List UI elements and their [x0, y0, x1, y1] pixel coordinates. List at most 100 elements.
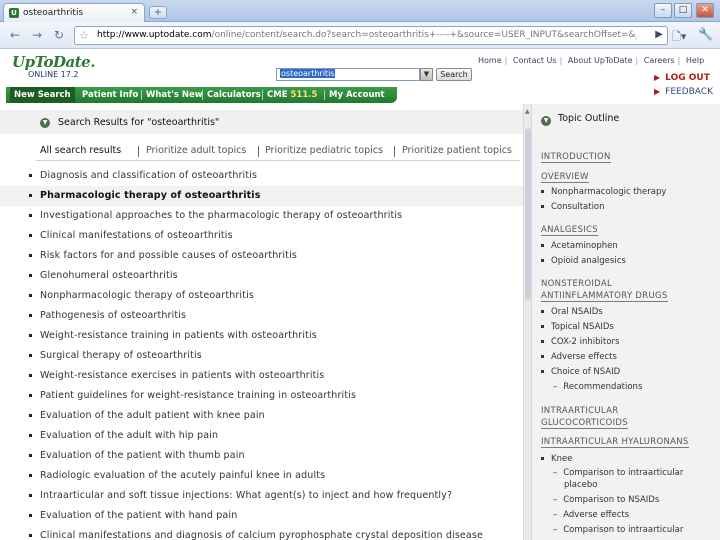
result-link[interactable]: Nonpharmacologic therapy of osteoarthrit…: [40, 290, 254, 301]
result-row[interactable]: Risk factors for and possible causes of …: [0, 246, 523, 266]
outline-item[interactable]: Oral NSAIDs: [541, 307, 603, 317]
result-link[interactable]: Clinical manifestations of osteoarthriti…: [40, 230, 233, 241]
outline-subitem[interactable]: – Recommendations: [553, 382, 642, 392]
result-link[interactable]: Risk factors for and possible causes of …: [40, 250, 297, 261]
nav-my-account[interactable]: My Account: [329, 90, 385, 100]
nav-patient-info[interactable]: Patient Info: [82, 90, 138, 100]
result-link[interactable]: Glenohumeral osteoarthritis: [40, 270, 178, 281]
browser-tab[interactable]: U osteoarthritis ×: [3, 3, 145, 22]
result-link[interactable]: Patient guidelines for weight-resistance…: [40, 390, 356, 401]
search-dropdown-icon[interactable]: ▼: [420, 68, 433, 81]
outline-glucocorticoid-heading[interactable]: INTRAARTICULAR: [541, 406, 618, 416]
result-row[interactable]: Patient guidelines for weight-resistance…: [0, 386, 523, 406]
logout-link[interactable]: ▶ LOG OUT: [654, 73, 710, 83]
result-link[interactable]: Weight-resistance training in patients w…: [40, 330, 317, 341]
outline-item[interactable]: Opioid analgesics: [541, 256, 626, 266]
new-tab-button[interactable]: +: [149, 6, 167, 19]
outline-item[interactable]: Consultation: [541, 202, 605, 212]
outline-item[interactable]: Adverse effects: [541, 352, 617, 362]
maximize-button[interactable]: □: [674, 3, 692, 18]
filter-all-results[interactable]: All search results: [40, 145, 121, 156]
result-row[interactable]: Pathogenesis of osteoarthritis: [0, 306, 523, 326]
result-link[interactable]: Surgical therapy of osteoarthritis: [40, 350, 202, 361]
outline-overview[interactable]: OVERVIEW: [541, 172, 589, 183]
nav-calculators[interactable]: Calculators: [207, 90, 261, 100]
filter-adult-topics[interactable]: Prioritize adult topics: [146, 145, 246, 156]
result-link[interactable]: Pharmacologic therapy of osteoarthritis: [40, 190, 261, 201]
bookmark-star-icon[interactable]: ☆: [79, 29, 89, 42]
result-link[interactable]: Investigational approaches to the pharma…: [40, 210, 402, 221]
outline-item[interactable]: Choice of NSAID: [541, 367, 620, 377]
outline-subitem[interactable]: – Comparison to NSAIDs: [553, 495, 659, 505]
result-link[interactable]: Evaluation of the patient with hand pain: [40, 510, 237, 521]
result-row[interactable]: Clinical manifestations of osteoarthriti…: [0, 226, 523, 246]
wrench-icon[interactable]: 🔧: [698, 27, 713, 41]
result-row[interactable]: Weight-resistance training in patients w…: [0, 326, 523, 346]
outline-nsaid-heading[interactable]: ANTIINFLAMMATORY DRUGS: [541, 291, 668, 302]
outline-analgesics[interactable]: ANALGESICS: [541, 225, 598, 236]
careers-link[interactable]: Careers: [644, 56, 675, 65]
result-row[interactable]: Weight-resistance exercises in patients …: [0, 366, 523, 386]
outline-subitem[interactable]: – Adverse effects: [553, 510, 629, 520]
outline-item[interactable]: COX-2 inhibitors: [541, 337, 619, 347]
result-link[interactable]: Evaluation of the patient with thumb pai…: [40, 450, 245, 461]
tab-close-icon[interactable]: ×: [130, 7, 138, 17]
result-link[interactable]: Radiologic evaluation of the acutely pai…: [40, 470, 325, 481]
result-row[interactable]: Nonpharmacologic therapy of osteoarthrit…: [0, 286, 523, 306]
result-row[interactable]: Radiologic evaluation of the acutely pai…: [0, 466, 523, 486]
result-row[interactable]: Evaluation of the adult with hip pain: [0, 426, 523, 446]
outline-item[interactable]: Acetaminophen: [541, 241, 618, 251]
result-link[interactable]: Weight-resistance exercises in patients …: [40, 370, 324, 381]
filter-patient-topics[interactable]: Prioritize patient topics: [402, 145, 512, 156]
collapse-results-icon[interactable]: ▼: [40, 118, 50, 128]
result-link[interactable]: Intraarticular and soft tissue injection…: [40, 490, 452, 501]
nav-whats-new[interactable]: What's New: [146, 90, 203, 100]
collapse-outline-icon[interactable]: ▼: [541, 116, 551, 126]
result-row[interactable]: Pharmacologic therapy of osteoarthritis: [0, 186, 523, 206]
search-input[interactable]: osteoarthritis: [276, 68, 420, 81]
home-link[interactable]: Home: [478, 56, 502, 65]
results-scrollbar[interactable]: ▲: [523, 104, 531, 540]
result-row[interactable]: Surgical therapy of osteoarthritis: [0, 346, 523, 366]
result-row[interactable]: Glenohumeral osteoarthritis: [0, 266, 523, 286]
result-row[interactable]: Diagnosis and classification of osteoart…: [0, 166, 523, 186]
search-button[interactable]: Search: [436, 68, 472, 81]
result-row[interactable]: Clinical manifestations and diagnosis of…: [0, 526, 523, 540]
result-row[interactable]: Investigational approaches to the pharma…: [0, 206, 523, 226]
filter-pediatric-topics[interactable]: Prioritize pediatric topics: [265, 145, 383, 156]
back-arrow-icon[interactable]: ←: [6, 27, 24, 43]
outline-item[interactable]: Topical NSAIDs: [541, 322, 614, 332]
feedback-link[interactable]: ▶ FEEDBACK: [654, 87, 713, 97]
outline-introduction[interactable]: INTRODUCTION: [541, 152, 611, 163]
outline-nsaid-heading[interactable]: NONSTEROIDAL: [541, 279, 612, 289]
result-link[interactable]: Evaluation of the adult with hip pain: [40, 430, 218, 441]
result-row[interactable]: Evaluation of the patient with hand pain: [0, 506, 523, 526]
about-link[interactable]: About UpToDate: [568, 56, 633, 65]
result-link[interactable]: Pathogenesis of osteoarthritis: [40, 310, 186, 321]
go-arrow-icon[interactable]: ▶: [655, 29, 663, 40]
contact-link[interactable]: Contact Us: [513, 56, 557, 65]
uptodate-logo[interactable]: UpToDate. ONLINE 17.2: [12, 55, 95, 80]
result-link[interactable]: Clinical manifestations and diagnosis of…: [40, 530, 483, 540]
forward-arrow-icon[interactable]: →: [28, 27, 46, 43]
help-link[interactable]: Help: [686, 56, 704, 65]
scroll-up-icon[interactable]: ▲: [525, 108, 530, 115]
outline-subitem-continuation[interactable]: placebo: [564, 480, 597, 490]
reload-icon[interactable]: ↻: [50, 27, 68, 43]
nav-cme[interactable]: CME 511.5: [267, 90, 317, 100]
outline-hyaluronans[interactable]: INTRAARTICULAR HYALURONANS: [541, 437, 689, 448]
outline-item[interactable]: Nonpharmacologic therapy: [541, 187, 666, 197]
address-bar[interactable]: ☆ http://www.uptodate.com/online/content…: [74, 26, 668, 45]
result-link[interactable]: Evaluation of the adult patient with kne…: [40, 410, 265, 421]
outline-item[interactable]: Knee: [541, 454, 572, 464]
result-row[interactable]: Evaluation of the adult patient with kne…: [0, 406, 523, 426]
close-window-button[interactable]: ✕: [696, 3, 714, 18]
result-row[interactable]: Evaluation of the patient with thumb pai…: [0, 446, 523, 466]
result-row[interactable]: Intraarticular and soft tissue injection…: [0, 486, 523, 506]
minimize-button[interactable]: –: [654, 3, 672, 18]
nav-new-search[interactable]: New Search: [10, 87, 75, 103]
page-menu-icon[interactable]: 🗋▾: [672, 28, 686, 47]
outline-subitem[interactable]: – Comparison to intraarticular: [553, 468, 683, 478]
outline-subitem[interactable]: – Comparison to intraarticular: [553, 525, 683, 535]
outline-glucocorticoid-heading[interactable]: GLUCOCORTICOIDS: [541, 418, 628, 429]
